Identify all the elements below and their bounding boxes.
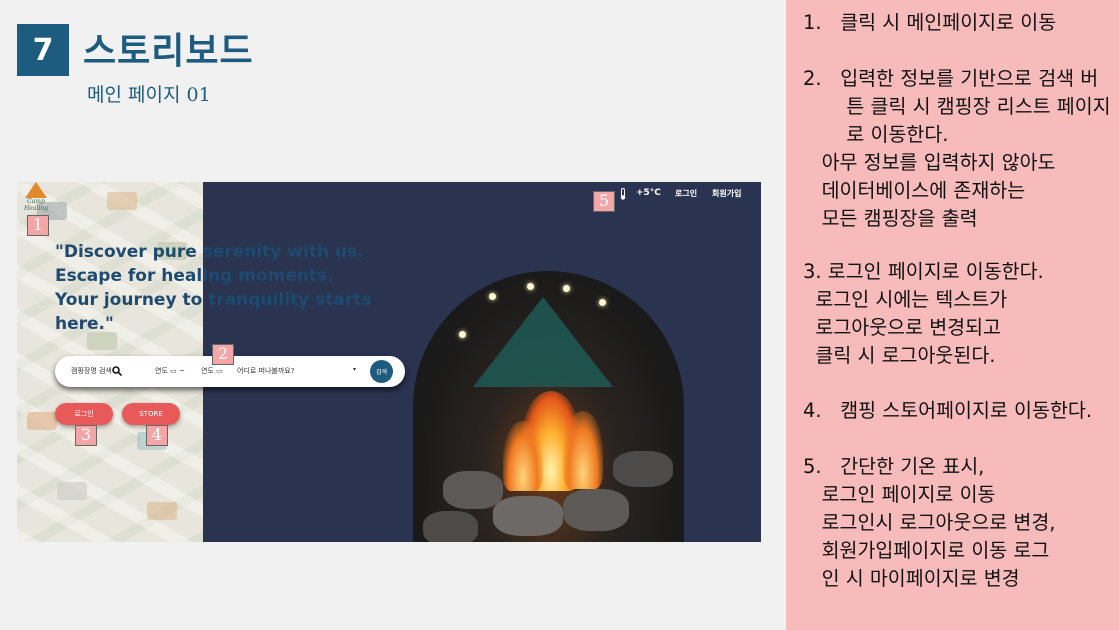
tent-shape <box>473 297 613 387</box>
nav-signup-link[interactable]: 회원가입 <box>712 188 741 199</box>
logo-text: Camp Healing <box>24 198 48 212</box>
note-5: 5. 간단한 기온 표시, 로그인 페이지로 이동 로그인시 로그아웃으로 변경… <box>803 455 1056 590</box>
weather-temp: +5°C <box>636 188 661 198</box>
annotation-tag-4: 4 <box>146 425 168 446</box>
website-mockup: Camp Healing "Discover pure serenity wit… <box>17 182 761 542</box>
nav-login-link[interactable]: 로그인 <box>675 188 697 199</box>
slide-title: 스토리보드 <box>83 31 254 72</box>
campfire-photo <box>413 271 684 542</box>
calendar-icon: ▭ <box>216 367 223 375</box>
search-icon <box>112 366 122 376</box>
date-separator: ~ <box>178 367 185 375</box>
search-button[interactable]: 검색 <box>370 360 393 383</box>
annotation-tag-5: 5 <box>593 191 615 212</box>
end-date-field[interactable]: 연도 ▭ <box>201 366 223 376</box>
annotation-tag-2: 2 <box>212 344 234 365</box>
slide-number: 7 <box>17 24 69 76</box>
hero-quote: "Discover pure serenity with us. Escape … <box>55 242 372 334</box>
campsite-search-input[interactable]: 캠핑장명 검색 <box>71 366 112 376</box>
login-button[interactable]: 로그인 <box>55 403 113 425</box>
note-2: 2. 입력한 정보를 기반으로 검색 버 튼 클릭 시 캠핑장 리스트 페이지 … <box>803 67 1111 230</box>
slide-subtitle: 메인 페이지 01 <box>87 84 211 106</box>
annotation-tag-3: 3 <box>75 425 97 446</box>
end-date-label: 연도 <box>201 367 214 375</box>
note-3: 3. 로그인 페이지로 이동한다. 로그인 시에는 텍스트가 로그아웃으로 변경… <box>803 260 1044 367</box>
site-logo[interactable]: Camp Healing <box>23 182 49 214</box>
annotation-tag-1: 1 <box>27 215 49 236</box>
store-button[interactable]: STORE <box>122 403 180 425</box>
start-date-field[interactable]: 연도 ▭ ~ <box>155 366 185 376</box>
calendar-icon: ▭ <box>170 367 177 375</box>
destination-select[interactable]: 어디로 떠나볼까요? <box>237 366 294 376</box>
start-date-label: 연도 <box>155 367 168 375</box>
tent-icon <box>25 182 47 198</box>
thermometer-icon <box>620 188 626 200</box>
note-4: 4. 캠핑 스토어페이지로 이동한다. <box>803 399 1093 422</box>
chevron-down-icon[interactable]: ▾ <box>353 366 356 373</box>
note-1: 1. 클릭 시 메인페이지로 이동 <box>803 11 1057 34</box>
notes-panel: 1. 클릭 시 메인페이지로 이동 2. 입력한 정보를 기반으로 검색 버 튼… <box>786 0 1119 630</box>
